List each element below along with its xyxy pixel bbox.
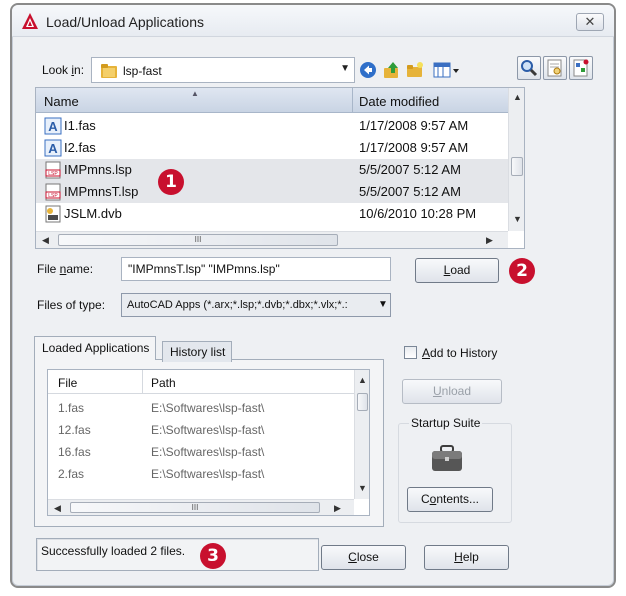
file-date: 10/6/2010 10:28 PM	[359, 206, 477, 221]
scroll-down-icon[interactable]: ▼	[513, 214, 522, 224]
file-list[interactable]: ▲ Name Date modified A I1.fas 1/17/2008 …	[35, 87, 525, 249]
scroll-up-icon[interactable]: ▲	[513, 92, 522, 102]
file-name-input[interactable]: "IMPmnsT.lsp" "IMPmns.lsp"	[121, 257, 391, 281]
loaded-app-row[interactable]: 2.fas E:\Softwares\lsp-fast\	[48, 463, 354, 485]
scroll-down-icon[interactable]: ▼	[358, 483, 367, 493]
svg-text:A: A	[48, 141, 58, 156]
add-to-history-label: Add to History	[422, 346, 498, 360]
scroll-up-icon[interactable]: ▲	[358, 375, 367, 385]
column-header-date[interactable]: Date modified	[359, 94, 439, 109]
scroll-thumb[interactable]: III	[58, 234, 338, 246]
lookin-label: Look in:	[42, 63, 85, 77]
file-date: 5/5/2007 5:12 AM	[359, 162, 461, 177]
scroll-left-icon[interactable]: ◀	[42, 235, 49, 246]
find-in-files-button[interactable]	[543, 56, 567, 80]
callout-badge-2: 2	[509, 258, 535, 284]
scroll-thumb[interactable]: III	[70, 502, 320, 513]
tab-loaded-applications[interactable]: Loaded Applications	[34, 336, 157, 360]
scroll-right-icon[interactable]: ▶	[486, 235, 493, 246]
column-header-name[interactable]: Name	[44, 94, 79, 109]
file-list-vertical-scrollbar[interactable]: ▲ ▼	[508, 88, 524, 231]
callout-badge-1: 1	[158, 169, 184, 195]
svg-text:LSP: LSP	[48, 171, 58, 177]
files-of-type-select[interactable]: AutoCAD Apps (*.arx;*.lsp;*.dvb;*.dbx;*.…	[121, 293, 391, 317]
autocad-app-icon	[22, 13, 38, 29]
new-folder-icon[interactable]	[405, 60, 425, 80]
window-close-button[interactable]: ✕	[576, 13, 604, 31]
loaded-app-row[interactable]: 12.fas E:\Softwares\lsp-fast\	[48, 419, 354, 441]
load-unload-dialog: Load/Unload Applications ✕ Look in: lsp-…	[10, 3, 616, 588]
views-menu-icon[interactable]	[432, 60, 462, 80]
document-settings-icon	[573, 59, 589, 77]
scroll-thumb[interactable]	[357, 393, 368, 411]
file-list-header: ▲ Name Date modified	[36, 88, 508, 113]
file-row[interactable]: A I2.fas 1/17/2008 9:57 AM	[36, 137, 508, 159]
svg-text:LSP: LSP	[48, 193, 58, 199]
loaded-list-horizontal-scrollbar[interactable]: ◀ III ▶	[48, 499, 354, 515]
lookin-dropdown[interactable]: lsp-fast ▼	[91, 57, 355, 83]
autocad-a-icon: A	[44, 117, 62, 135]
lsp-file-icon: LSP	[45, 183, 61, 201]
back-icon[interactable]	[358, 60, 378, 80]
tab-history-list[interactable]: History list	[162, 341, 233, 362]
contents-button[interactable]: Contents...	[407, 487, 493, 512]
file-name: I2.fas	[64, 140, 96, 155]
svg-text:A: A	[48, 119, 58, 134]
magnifier-icon	[521, 60, 538, 77]
file-date: 1/17/2008 9:57 AM	[359, 118, 469, 133]
status-bar: Successfully loaded 2 files.	[36, 538, 319, 571]
document-search-icon	[547, 59, 562, 77]
load-button[interactable]: Load	[415, 258, 499, 283]
autocad-a-icon: A	[44, 139, 62, 157]
loaded-app-row[interactable]: 16.fas E:\Softwares\lsp-fast\	[48, 441, 354, 463]
scroll-right-icon[interactable]: ▶	[334, 503, 341, 514]
status-text: Successfully loaded 2 files.	[41, 544, 186, 558]
file-row-selected[interactable]: LSP IMPmns.lsp 5/5/2007 5:12 AM	[36, 159, 508, 181]
options-button[interactable]	[569, 56, 593, 80]
files-of-type-value: AutoCAD Apps (*.arx;*.lsp;*.dvb;*.dbx;*.…	[127, 299, 348, 311]
file-name: JSLM.dvb	[64, 206, 122, 221]
up-folder-icon[interactable]	[382, 60, 402, 80]
window-title: Load/Unload Applications	[46, 14, 205, 30]
dvb-file-icon	[45, 205, 61, 223]
chevron-down-icon: ▼	[378, 299, 388, 310]
files-of-type-label: Files of type:	[37, 298, 106, 312]
lookin-value: lsp-fast	[123, 64, 162, 78]
find-file-button[interactable]	[517, 56, 541, 80]
column-header-file[interactable]: File	[58, 376, 77, 390]
file-date: 5/5/2007 5:12 AM	[359, 184, 461, 199]
loaded-list-header: File Path	[48, 370, 354, 394]
loaded-applications-list[interactable]: File Path 1.fas E:\Softwares\lsp-fast\ 1…	[47, 369, 370, 516]
file-list-horizontal-scrollbar[interactable]: ◀ III ▶	[36, 231, 508, 248]
chevron-down-icon: ▼	[340, 63, 350, 74]
file-row[interactable]: A I1.fas 1/17/2008 9:57 AM	[36, 115, 508, 137]
close-button[interactable]: Close	[321, 545, 406, 570]
help-button[interactable]: Help	[424, 545, 509, 570]
unload-button[interactable]: Unload	[402, 379, 502, 404]
scroll-thumb[interactable]	[511, 157, 523, 176]
file-date: 1/17/2008 9:57 AM	[359, 140, 469, 155]
file-name: IMPmnsT.lsp	[64, 184, 139, 199]
startup-suite-label: Startup Suite	[409, 416, 483, 430]
file-name-label: File name:	[37, 262, 94, 276]
column-header-path[interactable]: Path	[151, 376, 176, 390]
folder-icon	[101, 64, 117, 78]
file-row[interactable]: JSLM.dvb 10/6/2010 10:28 PM	[36, 203, 508, 225]
scroll-left-icon[interactable]: ◀	[54, 503, 61, 514]
sort-ascending-icon: ▲	[191, 89, 199, 98]
loaded-app-row[interactable]: 1.fas E:\Softwares\lsp-fast\	[48, 397, 354, 419]
title-bar: Load/Unload Applications ✕	[12, 5, 614, 37]
file-name: IMPmns.lsp	[64, 162, 132, 177]
add-to-history-checkbox[interactable]	[404, 346, 417, 359]
loaded-list-vertical-scrollbar[interactable]: ▲ ▼	[354, 370, 369, 499]
lsp-file-icon: LSP	[45, 161, 61, 179]
briefcase-icon[interactable]	[430, 443, 464, 473]
file-row-selected[interactable]: LSP IMPmnsT.lsp 5/5/2007 5:12 AM	[36, 181, 508, 203]
callout-badge-3: 3	[200, 543, 226, 569]
file-name: I1.fas	[64, 118, 96, 133]
